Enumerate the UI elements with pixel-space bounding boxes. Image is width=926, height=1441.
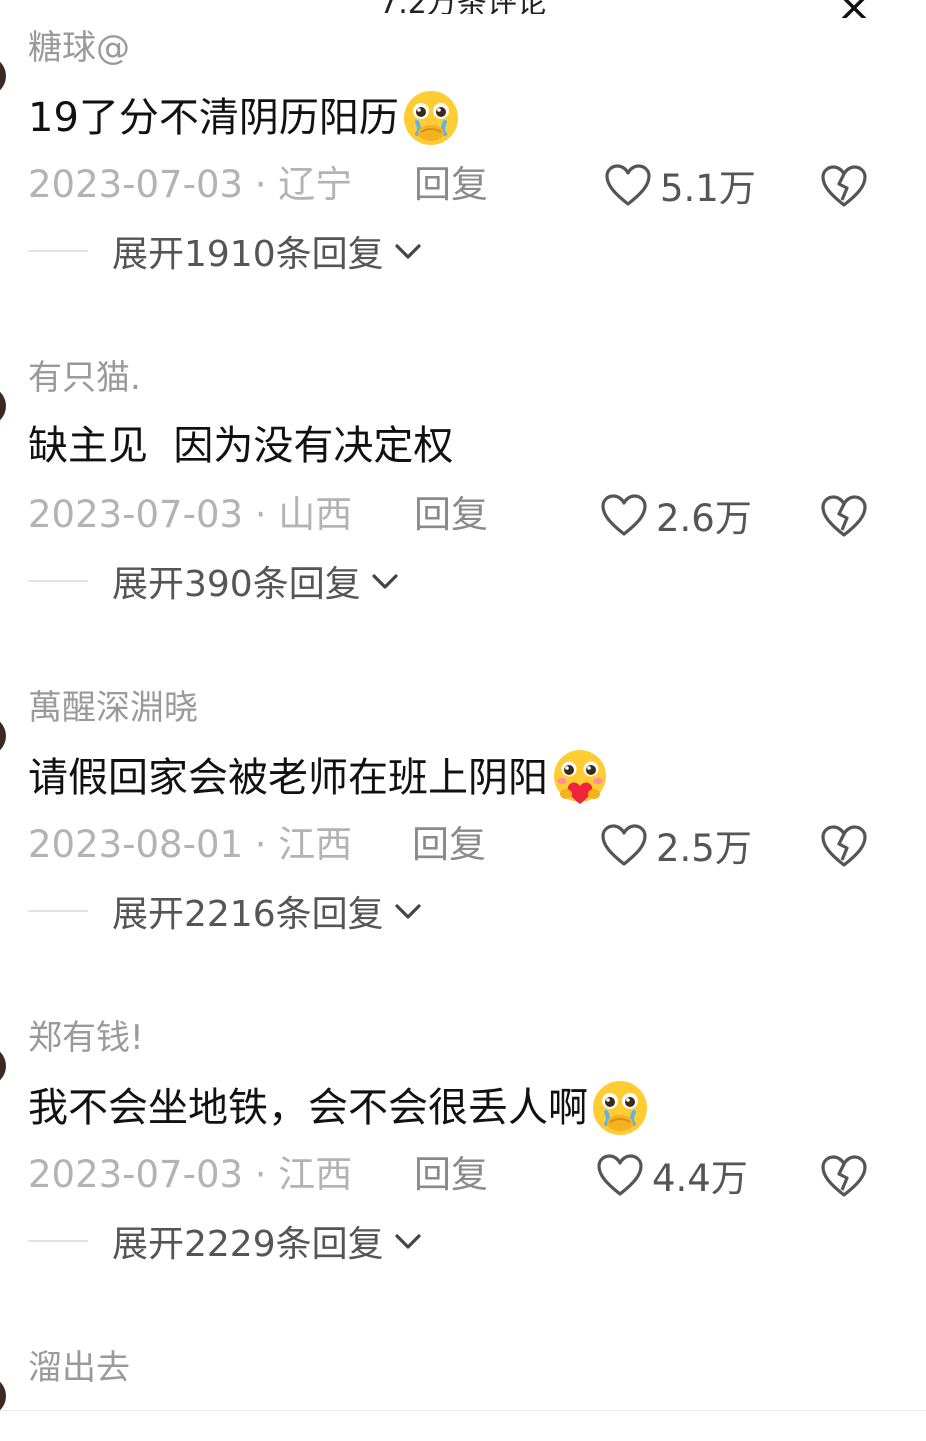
like-count: 2.5万 xyxy=(656,827,752,870)
crying-cover-mouth-emoji-icon xyxy=(593,1081,647,1135)
comment-date-location: 2023-07-03 · 山西 xyxy=(28,493,353,536)
close-icon[interactable] xyxy=(834,0,874,18)
comment-item: 糖球@ 19了分不清阴历阳历 2023-07-03 · 辽宁 回复 5.1万 展… xyxy=(0,26,926,326)
comment-item: 郑有钱! 我不会坐地铁，会不会很丢人啊 2023-07-03 · 江西 回复 4… xyxy=(0,1016,926,1316)
comment-username[interactable]: 有只猫. xyxy=(28,356,141,400)
chevron-down-icon xyxy=(372,574,398,589)
expand-replies-button[interactable]: 展开1910条回复 xyxy=(28,226,424,276)
comment-item: 有只猫. 缺主见 因为没有决定权 2023-07-03 · 山西 回复 2.6万… xyxy=(0,356,926,656)
like-button[interactable]: 4.4万 xyxy=(596,1150,748,1200)
comment-text: 请假回家会被老师在班上阴阳 xyxy=(28,748,610,808)
comment-meta: 2023-07-03 · 江西 回复 4.4万 xyxy=(28,1150,908,1200)
heart-icon xyxy=(601,494,647,536)
dislike-button[interactable] xyxy=(820,1154,868,1202)
expand-replies-button[interactable]: 展开390条回复 xyxy=(28,556,401,606)
heart-icon xyxy=(601,824,647,866)
dislike-button[interactable] xyxy=(820,824,868,872)
reply-button[interactable]: 回复 xyxy=(414,490,488,540)
comment-text-body: 请假回家会被老师在班上阴阳 xyxy=(28,755,548,801)
comment-date-location: 2023-07-03 · 江西 xyxy=(28,1153,353,1196)
like-button[interactable]: 2.5万 xyxy=(600,820,752,870)
comment-text-body: 我不会坐地铁，会不会很丢人啊 xyxy=(28,1085,588,1131)
heart-icon xyxy=(597,1154,643,1196)
comments-count-title: 7.2万条评论 xyxy=(0,0,926,14)
comment-date-location: 2023-08-01 · 江西 xyxy=(28,823,353,866)
reply-button[interactable]: 回复 xyxy=(414,160,488,210)
comment-item: 溜出去 xyxy=(0,1346,926,1416)
heart-hug-emoji-icon xyxy=(554,750,606,804)
expand-replies-button[interactable]: 展开2216条回复 xyxy=(28,886,424,936)
comment-username[interactable]: 郑有钱! xyxy=(28,1016,144,1060)
broken-heart-icon xyxy=(821,1155,867,1197)
reply-button[interactable]: 回复 xyxy=(414,1150,488,1200)
expand-replies-button[interactable]: 展开2229条回复 xyxy=(28,1216,424,1266)
avatar[interactable] xyxy=(0,1046,6,1086)
comment-text-body: 19了分不清阴历阳历 xyxy=(28,95,399,141)
comment-username[interactable]: 糖球@ xyxy=(28,26,130,70)
avatar[interactable] xyxy=(0,716,6,756)
broken-heart-icon xyxy=(821,165,867,207)
chevron-down-icon xyxy=(395,1234,421,1249)
comment-username[interactable]: 萬醒深淵晓 xyxy=(28,686,198,730)
comment-username[interactable]: 溜出去 xyxy=(28,1346,130,1390)
comment-text: 我不会坐地铁，会不会很丢人啊 xyxy=(28,1078,650,1138)
like-count: 2.6万 xyxy=(656,497,752,540)
chevron-down-icon xyxy=(395,904,421,919)
expand-replies-text: 展开390条回复 xyxy=(112,564,361,605)
expand-replies-text: 展开1910条回复 xyxy=(112,234,384,275)
comment-text-body: 缺主见 因为没有决定权 xyxy=(28,423,454,469)
avatar[interactable] xyxy=(0,56,6,96)
broken-heart-icon xyxy=(821,825,867,867)
comment-text: 19了分不清阴历阳历 xyxy=(28,88,461,148)
bottom-input-bar[interactable] xyxy=(0,1410,926,1441)
comment-meta: 2023-07-03 · 山西 回复 2.6万 xyxy=(28,490,908,540)
expand-replies-text: 展开2229条回复 xyxy=(112,1224,384,1265)
divider xyxy=(28,910,88,912)
expand-replies-text: 展开2216条回复 xyxy=(112,894,384,935)
divider xyxy=(28,1240,88,1242)
heart-icon xyxy=(605,164,651,206)
dislike-button[interactable] xyxy=(820,494,868,542)
comment-meta: 2023-07-03 · 辽宁 回复 5.1万 xyxy=(28,160,908,210)
reply-button[interactable]: 回复 xyxy=(412,820,486,870)
like-count: 4.4万 xyxy=(652,1157,748,1200)
avatar[interactable] xyxy=(0,386,6,426)
crying-cover-mouth-emoji-icon xyxy=(403,91,458,145)
like-button[interactable]: 5.1万 xyxy=(604,160,756,210)
divider xyxy=(28,580,88,582)
like-count: 5.1万 xyxy=(660,167,756,210)
like-button[interactable]: 2.6万 xyxy=(600,490,752,540)
comment-item: 萬醒深淵晓 请假回家会被老师在班上阴阳 2023-08-01 · 江西 回复 2… xyxy=(0,686,926,986)
dislike-button[interactable] xyxy=(820,164,868,212)
divider xyxy=(28,250,88,252)
comment-text: 缺主见 因为没有决定权 xyxy=(28,418,453,474)
comment-meta: 2023-08-01 · 江西 回复 2.5万 xyxy=(28,820,908,870)
comment-date-location: 2023-07-03 · 辽宁 xyxy=(28,163,353,206)
chevron-down-icon xyxy=(395,244,421,259)
broken-heart-icon xyxy=(821,495,867,537)
